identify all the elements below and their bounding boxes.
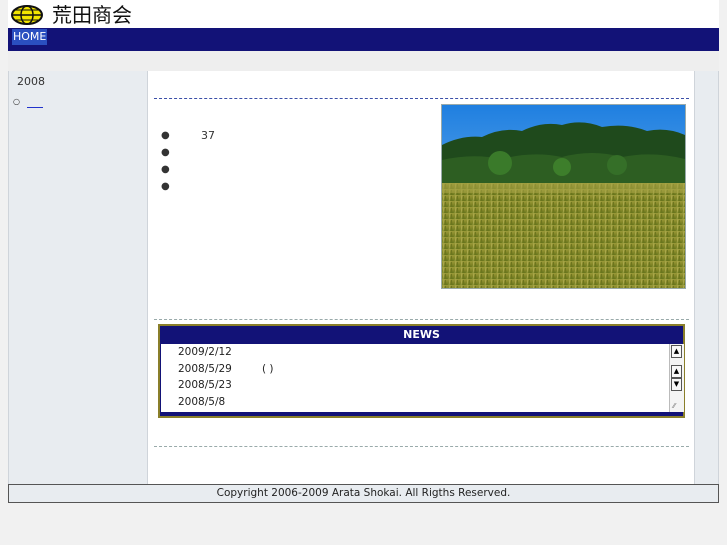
news-item[interactable]: 2008/5/29( ) xyxy=(178,363,274,375)
section-divider xyxy=(154,446,689,447)
news-list[interactable]: 2009/2/12 2008/5/29( ) 2008/5/23 2008/5/… xyxy=(161,344,684,412)
content-wrapper: 2008 ○ ● 37 ● ● ● NEWS 2009/2/12 2008/5/… xyxy=(8,71,719,484)
news-box: NEWS 2009/2/12 2008/5/29( ) 2008/5/23 20… xyxy=(158,324,685,418)
sidebar-year: 2008 xyxy=(17,75,45,88)
top-nav: HOME xyxy=(8,28,719,51)
sidebar-link[interactable] xyxy=(27,101,43,108)
right-sidebar xyxy=(694,71,718,484)
bullet-icon: ● xyxy=(161,147,170,158)
globe-logo-icon xyxy=(11,5,43,25)
news-title: NEWS xyxy=(403,328,440,341)
site-header: 荒田商会 xyxy=(8,0,719,28)
section-divider xyxy=(154,319,689,320)
bullet-icon: ● xyxy=(161,164,170,175)
left-sidebar: 2008 ○ xyxy=(9,71,148,484)
resize-grip-icon[interactable]: ⁄⁄ xyxy=(673,402,675,410)
rice-field-photo xyxy=(441,104,686,289)
news-item[interactable]: 2009/2/12 xyxy=(178,346,262,358)
scroll-down-icon[interactable]: ▼ xyxy=(671,378,682,391)
site-title: 荒田商会 xyxy=(52,3,132,27)
scroll-up-icon[interactable]: ▲ xyxy=(671,345,682,358)
news-scrollbar[interactable]: ▲ ▲ ▼ ⁄⁄ xyxy=(669,344,684,412)
scroll-up-icon[interactable]: ▲ xyxy=(671,365,682,378)
section-divider xyxy=(154,98,689,99)
sidebar-bullet-icon: ○ xyxy=(13,97,20,106)
news-item[interactable]: 2008/5/23 xyxy=(178,379,262,391)
footer-copyright: Copyright 2006-2009 Arata Shokai. All Ri… xyxy=(8,484,719,503)
bullet-icon: ● xyxy=(161,130,170,141)
sub-nav-strip xyxy=(8,51,719,71)
nav-home-link[interactable]: HOME xyxy=(12,29,48,45)
bullet-icon: ● xyxy=(161,181,170,192)
news-item[interactable]: 2008/5/8 xyxy=(178,396,262,408)
